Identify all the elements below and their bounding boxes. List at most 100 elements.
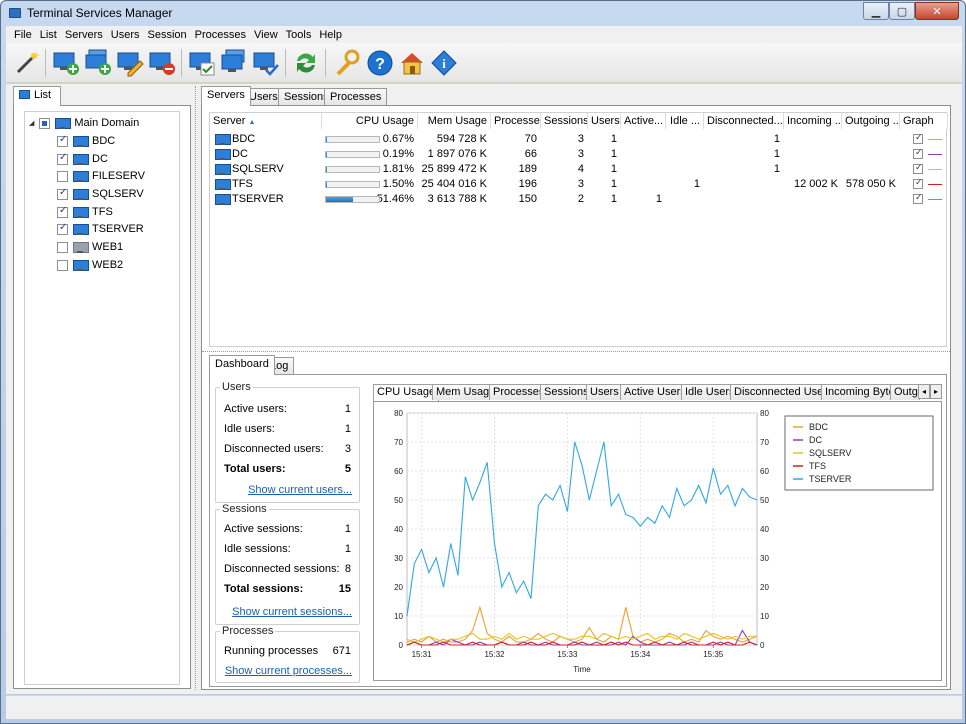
server-label: DC — [92, 153, 108, 165]
tree-item-bdc[interactable]: BDC — [57, 133, 115, 149]
close-button[interactable]: ✕ — [915, 2, 959, 20]
graph-checkbox[interactable] — [913, 192, 923, 204]
show-current-users-link[interactable]: Show current users... — [248, 484, 352, 496]
total-users-label: Total users: — [224, 463, 286, 475]
tree-root-main-domain[interactable]: ◢ Main Domain — [29, 115, 139, 131]
chart-tabs-scroll-left-icon[interactable]: ◂ — [918, 384, 930, 399]
vertical-splitter[interactable] — [195, 86, 196, 690]
check-servers-icon[interactable] — [252, 49, 280, 77]
server-checkbox[interactable] — [57, 205, 68, 218]
tree-item-tserver[interactable]: TSERVER — [57, 221, 144, 237]
server-checkbox[interactable] — [57, 170, 68, 182]
tree-item-web2[interactable]: WEB2 — [57, 257, 123, 273]
horizontal-splitter[interactable] — [202, 351, 950, 352]
tab-servers[interactable]: Servers — [201, 86, 251, 106]
server-row[interactable]: BDC 0.67% 594 728 K 70 3 1 1 — [210, 132, 948, 147]
menu-file[interactable]: File — [10, 29, 36, 41]
home-icon[interactable] — [398, 49, 426, 77]
col-outgoing[interactable]: Outgoing ... — [842, 113, 900, 129]
active-users-value: 1 — [344, 403, 351, 415]
tab-processes[interactable]: Processes — [324, 88, 388, 106]
col-graph[interactable]: Graph — [900, 113, 948, 129]
col-active[interactable]: Active... — [621, 113, 666, 129]
tree-root-checkbox[interactable] — [39, 117, 51, 129]
cell-server: TSERVER — [232, 193, 284, 205]
graph-checkbox[interactable] — [913, 132, 923, 144]
remove-server-icon[interactable] — [148, 49, 176, 77]
menu-session[interactable]: Session — [144, 29, 191, 41]
graph-checkbox[interactable] — [913, 162, 923, 174]
cpu-usage-bar — [325, 196, 380, 203]
tree-item-fileserv[interactable]: FILESERV — [57, 168, 145, 184]
menu-processes[interactable]: Processes — [191, 29, 250, 41]
menu-view[interactable]: View — [250, 29, 282, 41]
server-label: TFS — [92, 206, 113, 218]
connect-all-icon[interactable] — [220, 49, 248, 77]
col-mem[interactable]: Mem Usage — [418, 113, 491, 129]
options-icon[interactable] — [332, 49, 360, 77]
server-label: BDC — [92, 135, 116, 147]
tab-dashboard[interactable]: Dashboard — [209, 355, 275, 375]
server-row[interactable]: TSERVER 51.46% 3 613 788 K 150 2 1 1 — [210, 192, 948, 207]
server-checkbox[interactable] — [57, 222, 68, 235]
active-users-label: Active users: — [224, 403, 287, 415]
tree-expander-icon[interactable]: ◢ — [29, 119, 34, 127]
col-idle[interactable]: Idle ... — [666, 113, 704, 129]
col-server[interactable]: Server ▲ — [210, 113, 322, 129]
server-offline-icon — [73, 241, 89, 253]
col-disconnected[interactable]: Disconnected... — [704, 113, 784, 129]
chart-tab-active-users[interactable]: Active Users — [620, 384, 690, 400]
chart-tab-sessions[interactable]: Sessions — [540, 384, 593, 400]
minimize-button[interactable]: ▁ — [863, 2, 889, 20]
server-row[interactable]: SQLSERV 1.81% 25 899 472 K 189 4 1 1 — [210, 162, 948, 177]
show-current-processes-link[interactable]: Show current processes... — [225, 665, 352, 677]
col-incoming[interactable]: Incoming ... — [784, 113, 842, 129]
server-checkbox[interactable] — [57, 241, 68, 253]
menu-users[interactable]: Users — [107, 29, 144, 41]
col-cpu[interactable]: CPU Usage — [322, 113, 418, 129]
menu-list[interactable]: List — [36, 29, 61, 41]
cell-incoming: 12 002 K — [793, 178, 838, 190]
refresh-icon[interactable] — [292, 49, 320, 77]
server-checkbox[interactable] — [57, 187, 68, 200]
y-tick-label-left: 60 — [394, 467, 403, 476]
col-sessions[interactable]: Sessions — [541, 113, 588, 129]
server-label: WEB1 — [92, 241, 124, 253]
edit-server-icon[interactable] — [116, 49, 144, 77]
cell-users: 1 — [610, 133, 617, 145]
col-users[interactable]: Users — [588, 113, 621, 129]
info-icon[interactable]: i — [430, 49, 458, 77]
maximize-button[interactable]: ▢ — [889, 2, 915, 20]
graph-checkbox[interactable] — [913, 177, 923, 189]
menu-help[interactable]: Help — [315, 29, 346, 41]
chart-tab-cpu[interactable]: CPU Usage — [373, 384, 440, 402]
server-checkbox[interactable] — [57, 134, 68, 147]
connect-icon[interactable] — [188, 49, 216, 77]
menu-bar: File List Servers Users Session Processe… — [6, 26, 962, 43]
add-server-icon[interactable] — [52, 49, 80, 77]
server-checkbox[interactable] — [57, 259, 68, 271]
total-users-value: 5 — [344, 463, 351, 475]
menu-servers[interactable]: Servers — [61, 29, 107, 41]
chart-tab-outgoing[interactable]: Outg — [890, 384, 920, 400]
server-checkbox[interactable] — [57, 152, 68, 165]
tree-item-sqlserv[interactable]: SQLSERV — [57, 186, 144, 202]
chart-tab-users[interactable]: Users — [586, 384, 623, 400]
wand-icon[interactable] — [13, 49, 41, 77]
tree-item-dc[interactable]: DC — [57, 151, 108, 167]
col-processes[interactable]: Processes — [491, 113, 541, 129]
tree-item-tfs[interactable]: TFS — [57, 204, 113, 220]
chart-tabs-scroll-right-icon[interactable]: ▸ — [930, 384, 942, 399]
cell-sessions: 3 — [577, 178, 584, 190]
menu-tools[interactable]: Tools — [282, 29, 316, 41]
help-icon[interactable]: ? — [366, 49, 394, 77]
tab-list[interactable]: List — [13, 86, 61, 106]
tree-item-web1[interactable]: WEB1 — [57, 239, 123, 255]
server-row[interactable]: TFS 1.50% 25 404 016 K 196 3 1 1 12 002 K 578 05… — [210, 177, 948, 192]
show-current-sessions-link[interactable]: Show current sessions... — [232, 606, 352, 618]
legend-entry: TSERVER — [809, 474, 852, 484]
x-tick-label: 15:34 — [630, 650, 651, 659]
add-domain-icon[interactable] — [84, 49, 112, 77]
graph-checkbox[interactable] — [913, 147, 923, 159]
server-row[interactable]: DC 0.19% 1 897 076 K 66 3 1 1 — [210, 147, 948, 162]
